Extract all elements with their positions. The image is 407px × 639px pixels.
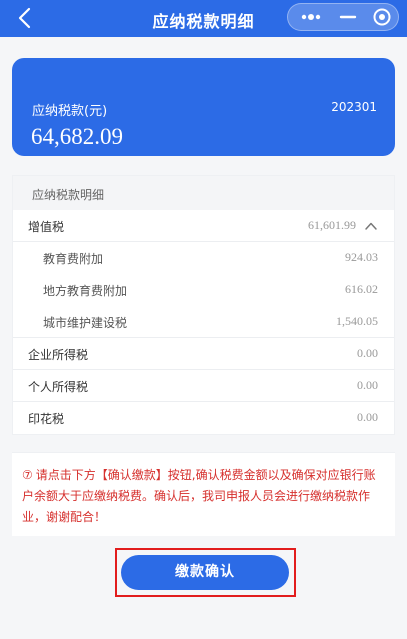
vat-sub-row: 教育费附加 924.03	[13, 242, 394, 274]
close-target-icon[interactable]	[372, 7, 392, 27]
sub-item-value: 616.02	[345, 282, 378, 296]
tax-item-value: 0.00	[357, 378, 378, 392]
summary-amount: 64,682.09	[31, 124, 123, 149]
summary-label: 应纳税款(元)	[32, 104, 108, 119]
minimize-icon[interactable]	[338, 7, 358, 27]
detail-header-label: 应纳税款明细	[32, 188, 105, 202]
tax-item-row: 印花税 0.00	[13, 402, 394, 434]
confirm-payment-button[interactable]: 缴款确认	[121, 555, 289, 590]
sub-item-value: 1,540.05	[336, 314, 378, 328]
vat-sub-row: 城市维护建设税 1,540.05	[13, 306, 394, 338]
tax-summary-card: 应纳税款(元) 202301 64,682.09	[12, 58, 395, 156]
sub-item-value: 924.03	[345, 250, 378, 264]
page-body: 应纳税款(元) 202301 64,682.09 应纳税款明细 增值税 61,6…	[0, 37, 407, 639]
tax-item-label: 企业所得税	[28, 348, 89, 362]
mini-program-capsule	[287, 3, 399, 31]
tax-item-row: 企业所得税 0.00	[13, 338, 394, 370]
chevron-up-icon[interactable]	[364, 219, 378, 233]
sub-item-label: 地方教育费附加	[43, 284, 128, 298]
vat-label: 增值税	[28, 220, 65, 234]
tax-item-value: 0.00	[357, 346, 378, 360]
detail-header: 应纳税款明细	[13, 176, 394, 210]
vat-value: 61,601.99	[308, 218, 356, 232]
tax-item-label: 个人所得税	[28, 380, 89, 394]
info-circle-icon: ⑦	[22, 468, 33, 482]
payment-notice: ⑦ 请点击下方【确认缴款】按钮,确认税费金额以及确保对应银行账户余额大于应缴纳税费…	[12, 452, 395, 536]
tax-detail-card: 应纳税款明细 增值税 61,601.99 教育费附加 924.03 地方教育费附…	[12, 175, 395, 435]
summary-period: 202301	[331, 100, 377, 114]
tax-item-value: 0.00	[357, 410, 378, 424]
more-icon[interactable]	[298, 7, 324, 27]
vat-row[interactable]: 增值税 61,601.99	[13, 210, 394, 242]
sub-item-label: 城市维护建设税	[43, 316, 128, 330]
tax-item-row: 个人所得税 0.00	[13, 370, 394, 402]
vat-sub-row: 地方教育费附加 616.02	[13, 274, 394, 306]
navbar: 应纳税款明细	[0, 0, 407, 37]
sub-item-label: 教育费附加	[43, 252, 104, 266]
notice-text: 请点击下方【确认缴款】按钮,确认税费金额以及确保对应银行账户余额大于应缴纳税费。…	[22, 468, 376, 524]
tax-item-label: 印花税	[28, 412, 65, 426]
